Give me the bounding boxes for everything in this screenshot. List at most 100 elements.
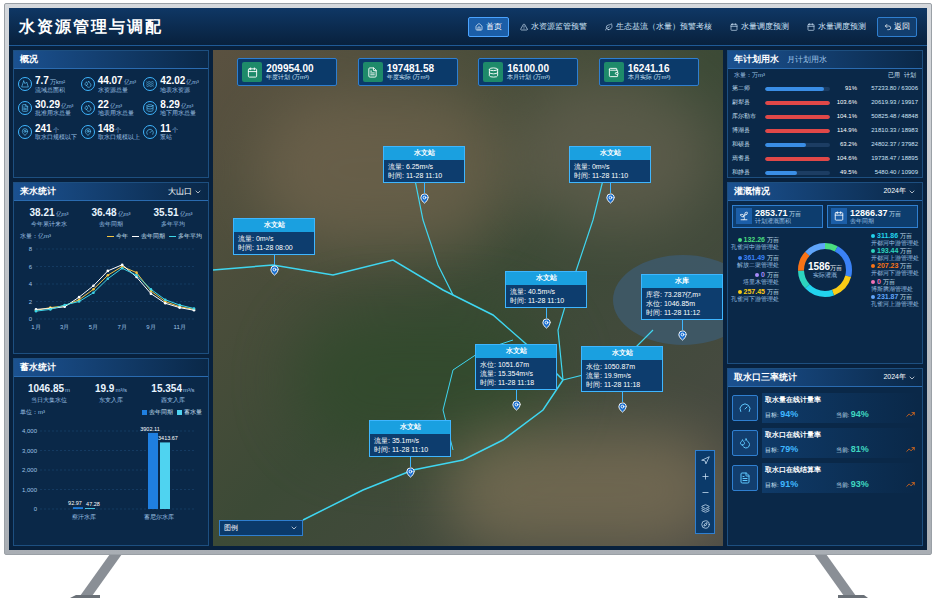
rate-target: 目标: 91% xyxy=(765,478,798,492)
back-button[interactable]: 返回 xyxy=(877,17,917,37)
rate-target: 目标: 79% xyxy=(765,443,798,457)
nav-tab[interactable]: 水资源监管预警 xyxy=(513,17,594,37)
irrigation-label: 开都河中游管理处 xyxy=(871,240,919,246)
map-tool-button[interactable] xyxy=(698,485,712,499)
plan-pct: 114.9% xyxy=(833,126,857,135)
map-legend-select[interactable]: 图例 xyxy=(219,520,303,537)
nav-tab[interactable]: 水量调度预测 xyxy=(723,17,796,37)
total-card: 16241.16本月实际 (万m³) xyxy=(599,58,699,86)
plan-tab[interactable]: 年计划用水 xyxy=(734,53,779,67)
map-tool-icon xyxy=(701,520,710,529)
overview-icon xyxy=(84,128,92,136)
nav-label: 首页 xyxy=(486,21,502,33)
svg-text:2,000: 2,000 xyxy=(22,467,38,473)
trend-up-icon xyxy=(906,445,915,454)
station-marker[interactable]: 水文站流量: 35.1m³/s时间: 11-28 11:10 xyxy=(369,420,451,478)
plan-row: 第二师91%57233.80 / 63006 xyxy=(732,82,918,95)
plan-bar xyxy=(765,129,830,133)
irrigation-unit: 万亩 xyxy=(900,294,912,300)
map-tool-button[interactable] xyxy=(698,453,712,467)
nav-tab[interactable]: 水量调度预测 xyxy=(800,17,873,37)
station-marker[interactable]: 水文站水位: 1051.67m流量: 15.354m³/s时间: 11-28 1… xyxy=(475,344,557,411)
nav-tab[interactable]: 生态基流（水量）预警考核 xyxy=(598,17,719,37)
nav-icon xyxy=(520,23,528,31)
overview-unit: 万km² xyxy=(50,79,65,85)
total-card: 16100.00本月计划 (万m³) xyxy=(478,58,578,86)
station-line: 流量: 40.5m³/s xyxy=(510,287,582,296)
plan-pct: 104.6% xyxy=(833,154,857,163)
irrigation-card-value: 12866.37 xyxy=(850,208,888,218)
rate-row: 取水口在线计量率目标: 79%当前: 81% xyxy=(732,428,918,458)
chevron-down-icon xyxy=(290,524,298,532)
year-select[interactable]: 2024年 xyxy=(883,186,916,197)
chevron-down-icon xyxy=(194,188,202,196)
station-line: 流量: 35.1m³/s xyxy=(374,436,446,445)
station-line: 时间: 11-28 11:10 xyxy=(374,445,446,454)
plan-row: 博湖县114.9%21810.33 / 18983 xyxy=(732,124,918,137)
station-title: 水库 xyxy=(642,275,722,288)
plan-bar xyxy=(765,87,830,91)
station-line: 流量: 0m³/s xyxy=(574,162,646,171)
plan-name: 和硕县 xyxy=(732,140,762,149)
legend-item: 已用 xyxy=(888,71,900,80)
station-popup: 水文站流量: 35.1m³/s时间: 11-28 11:10 xyxy=(369,420,451,457)
nav-label: 生态基流（水量）预警考核 xyxy=(616,21,712,33)
plan-pct: 104.1% xyxy=(833,112,857,121)
map-pin-icon xyxy=(541,318,552,329)
overview-item: 44.07亿m³水资源总量 xyxy=(81,75,142,93)
color-dot xyxy=(871,249,875,253)
chart-series xyxy=(35,265,196,311)
plan-pct: 63.2% xyxy=(833,140,857,149)
plan-tab[interactable]: 月计划用水 xyxy=(787,54,827,66)
chart-series xyxy=(35,263,196,311)
station-select[interactable]: 大山口 xyxy=(168,186,202,198)
station-marker[interactable]: 水文站流量: 0m³/s时间: 11-28 08:00 xyxy=(233,218,315,276)
overview-icon xyxy=(146,80,154,88)
irrigation-card-label: 去年同期 xyxy=(850,218,901,224)
chart-legend: 今年去年同期多年平均 xyxy=(107,232,202,240)
map-tool-button[interactable] xyxy=(698,517,712,531)
station-title: 水文站 xyxy=(234,219,314,232)
main-nav: 首页水资源监管预警生态基流（水量）预警考核水量调度预测水量调度预测返回 xyxy=(468,17,917,37)
nav-tab[interactable]: 首页 xyxy=(468,17,509,37)
irrigation-value: 231.87 xyxy=(877,293,898,301)
plan-bar xyxy=(765,171,830,175)
back-icon xyxy=(884,23,892,31)
station-marker[interactable]: 水文站流量: 0m³/s时间: 11-28 11:10 xyxy=(569,146,651,204)
year-select[interactable]: 2024年 xyxy=(883,372,916,383)
station-marker[interactable]: 水文站水位: 1050.87m流量: 19.9m³/s时间: 11-28 11:… xyxy=(581,346,663,413)
irrigation-item: 311.86万亩开都河中游管理处 xyxy=(871,232,919,246)
irrigation-value: 361.49 xyxy=(744,254,765,262)
rate-name: 取水量在线计量率 xyxy=(765,395,915,406)
map-pin-icon xyxy=(677,330,688,341)
svg-text:7月: 7月 xyxy=(118,324,127,330)
overview-icon xyxy=(84,80,92,88)
nav-label: 水量调度预测 xyxy=(741,21,789,33)
station-popup: 水库库容: 73.287亿m³水位: 1046.85m时间: 11-28 11:… xyxy=(641,274,723,320)
stat-value: 19.9 xyxy=(95,381,114,396)
nav-icon xyxy=(475,23,483,31)
map-tool-button[interactable] xyxy=(698,501,712,515)
station-popup: 水文站流量: 6.25m³/s时间: 11-28 11:10 xyxy=(383,146,465,183)
stat-value: 38.21 xyxy=(29,205,54,220)
trend-up-icon xyxy=(906,480,915,489)
station-title: 水文站 xyxy=(384,147,464,160)
total-card: 209954.00年度计划 (万m³) xyxy=(237,58,337,86)
bar-group: 3902.113413.67蓄尼尔水库 xyxy=(140,426,178,520)
svg-text:3,000: 3,000 xyxy=(22,448,38,454)
total-label: 本月计划 (万m³) xyxy=(507,74,550,81)
irrigation-item: 257.45万亩孔雀河下游管理处 xyxy=(731,288,779,302)
overview-unit: 亿m³ xyxy=(61,103,73,109)
map-tool-button[interactable] xyxy=(698,469,712,483)
storage-panel: 蓄水统计1046.85m当日大集水位19.9m³/s东支入库15.354m³/s… xyxy=(13,358,209,546)
overview-item: 11个泵站 xyxy=(143,123,204,141)
station-marker[interactable]: 水文站流量: 6.25m³/s时间: 11-28 11:10 xyxy=(383,146,465,204)
station-marker[interactable]: 水库库容: 73.287亿m³水位: 1046.85m时间: 11-28 11:… xyxy=(641,274,723,341)
svg-text:1,000: 1,000 xyxy=(22,487,38,493)
overview-item: 7.7万km²流域总面积 xyxy=(18,75,79,93)
stat-label: 西支入库 xyxy=(161,396,185,405)
overview-panel: 概况7.7万km²流域总面积44.07亿m³水资源总量42.02亿m³地表水资源… xyxy=(13,50,209,178)
station-title: 水文站 xyxy=(582,347,662,360)
svg-text:1月: 1月 xyxy=(31,324,40,330)
station-marker[interactable]: 水文站流量: 40.5m³/s时间: 11-28 11:10 xyxy=(505,271,587,329)
